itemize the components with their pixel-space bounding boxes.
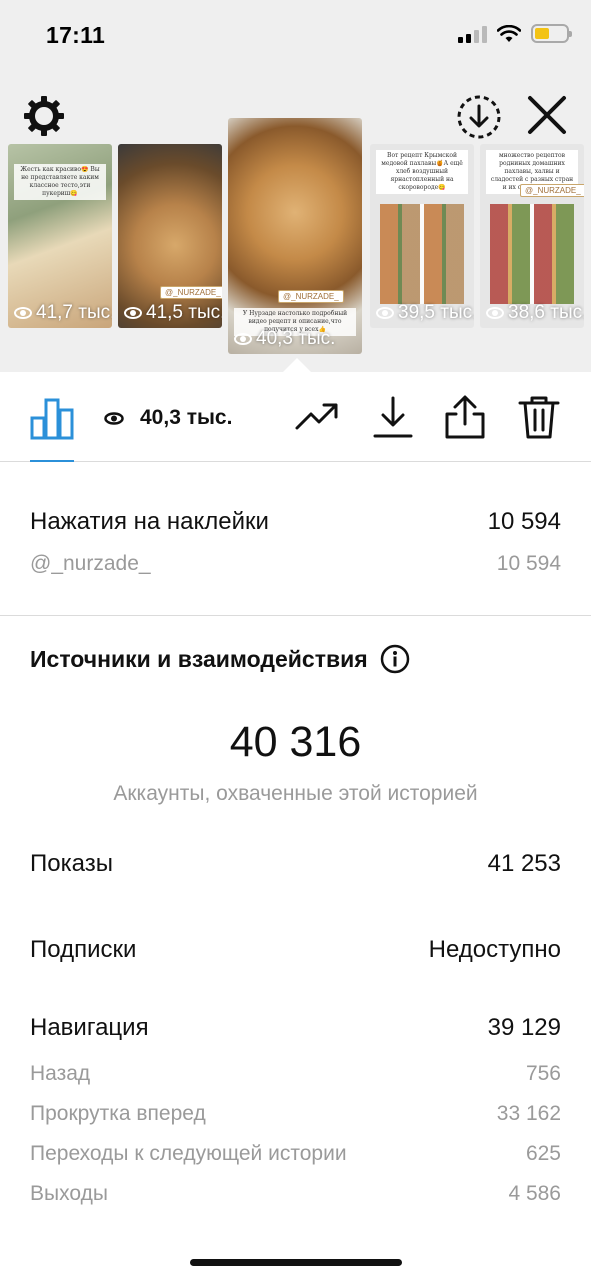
status-icons bbox=[458, 24, 572, 43]
story-views: 41,5 тыс. bbox=[124, 302, 222, 324]
views-count: 40,3 тыс. bbox=[104, 406, 232, 430]
navigation-item-label: Прокрутка вперед bbox=[30, 1102, 206, 1125]
story-thumb-selected[interactable]: @_NURZADE_ У Нурзаде настолько подробный… bbox=[228, 118, 362, 354]
story-views: 39,5 тыс. bbox=[376, 302, 474, 324]
eye-icon bbox=[104, 411, 124, 425]
navigation-label: Навигация bbox=[30, 1014, 149, 1041]
insights-toolbar: 40,3 тыс. bbox=[0, 372, 591, 462]
battery-icon bbox=[531, 24, 572, 43]
story-views: 40,3 тыс. bbox=[234, 328, 335, 350]
status-time: 17:11 bbox=[46, 22, 106, 48]
story-thumb[interactable]: Жесть как красиво😍 Вы не представляете к… bbox=[8, 144, 112, 328]
sources-heading: Источники и взаимодействия bbox=[30, 644, 561, 674]
sticker-account-label[interactable]: @_nurzade_ bbox=[30, 552, 151, 576]
navigation-item-value: 4 586 bbox=[508, 1182, 561, 1205]
navigation-item: Выходы 4 586 bbox=[30, 1182, 561, 1222]
sources-title: Источники и взаимодействия bbox=[30, 645, 368, 672]
download-icon[interactable] bbox=[370, 394, 416, 440]
wifi-icon bbox=[497, 24, 521, 42]
trending-up-icon[interactable] bbox=[294, 394, 340, 440]
sticker-taps: Нажатия на наклейки 10 594 @_nurzade_ 10… bbox=[30, 508, 561, 576]
story-caption: Жесть как красиво😍 Вы не представляете к… bbox=[14, 164, 106, 200]
views-value: 40,3 тыс. bbox=[140, 406, 233, 429]
eye-icon bbox=[376, 307, 394, 319]
impressions-row: Показы 41 253 bbox=[30, 850, 561, 878]
navigation-breakdown: Назад 756 Прокрутка вперед 33 162 Перехо… bbox=[30, 1062, 561, 1222]
sticker-taps-label: Нажатия на наклейки bbox=[30, 508, 269, 535]
story-preview-area: 17:11 Жесть как красиво😍 Вы не представл… bbox=[0, 0, 591, 373]
sticker-account-value: 10 594 bbox=[496, 552, 561, 575]
navigation-item-label: Назад bbox=[30, 1062, 91, 1085]
navigation-value: 39 129 bbox=[487, 1014, 561, 1041]
impressions-value: 41 253 bbox=[487, 850, 561, 877]
share-icon[interactable] bbox=[442, 394, 488, 440]
story-views: 41,7 тыс. bbox=[14, 302, 112, 324]
eye-icon bbox=[234, 333, 252, 345]
navigation-item-value: 756 bbox=[525, 1062, 561, 1085]
navigation-item: Переходы к следующей истории 625 bbox=[30, 1142, 561, 1182]
eye-icon bbox=[14, 307, 32, 319]
navigation-item-label: Выходы bbox=[30, 1182, 108, 1205]
info-icon[interactable] bbox=[380, 644, 410, 674]
signal-icon bbox=[458, 25, 487, 43]
navigation-item-label: Переходы к следующей истории bbox=[30, 1142, 347, 1165]
navigation-item: Назад 756 bbox=[30, 1062, 561, 1102]
story-views: 38,6 тыс. bbox=[486, 302, 584, 324]
follows-label: Подписки bbox=[30, 936, 137, 963]
selected-pointer bbox=[282, 358, 312, 373]
divider bbox=[0, 615, 591, 616]
insights-sheet: 40,3 тыс. Нажатия на наклейки 10 594 @_n… bbox=[0, 372, 591, 1280]
story-thumb[interactable]: множество рецептов родниных домашних пах… bbox=[480, 144, 584, 328]
active-tab-indicator bbox=[30, 460, 74, 462]
navigation-row: Навигация 39 129 bbox=[30, 1014, 561, 1042]
bar-chart-icon[interactable] bbox=[30, 396, 74, 440]
story-tag: @_NURZADE_ bbox=[520, 184, 584, 197]
stories-strip[interactable]: Жесть как красиво😍 Вы не представляете к… bbox=[0, 118, 591, 358]
eye-icon bbox=[486, 307, 504, 319]
reach-caption: Аккаунты, охваченные этой историей bbox=[113, 782, 478, 805]
navigation-item-value: 33 162 bbox=[496, 1102, 561, 1125]
navigation-item-value: 625 bbox=[525, 1142, 561, 1165]
sticker-taps-value: 10 594 bbox=[487, 508, 561, 535]
eye-icon bbox=[124, 307, 142, 319]
navigation-item: Прокрутка вперед 33 162 bbox=[30, 1102, 561, 1142]
status-bar: 17:11 bbox=[0, 0, 591, 72]
story-tag: @_NURZADE_ bbox=[160, 286, 222, 299]
follows-row: Подписки Недоступно bbox=[30, 936, 561, 964]
story-caption: Вот рецепт Крымской медовой пахлавы🍯А ещ… bbox=[376, 150, 468, 194]
story-thumb[interactable]: Вот рецепт Крымской медовой пахлавы🍯А ещ… bbox=[370, 144, 474, 328]
home-indicator[interactable] bbox=[190, 1259, 402, 1266]
impressions-label: Показы bbox=[30, 850, 113, 877]
reach-value: 40 316 bbox=[229, 718, 362, 766]
story-tag: @_NURZADE_ bbox=[278, 290, 344, 303]
follows-value: Недоступно bbox=[428, 936, 561, 963]
trash-icon[interactable] bbox=[516, 394, 562, 440]
story-thumb[interactable]: @_NURZADE_ 41,5 тыс. bbox=[118, 144, 222, 328]
